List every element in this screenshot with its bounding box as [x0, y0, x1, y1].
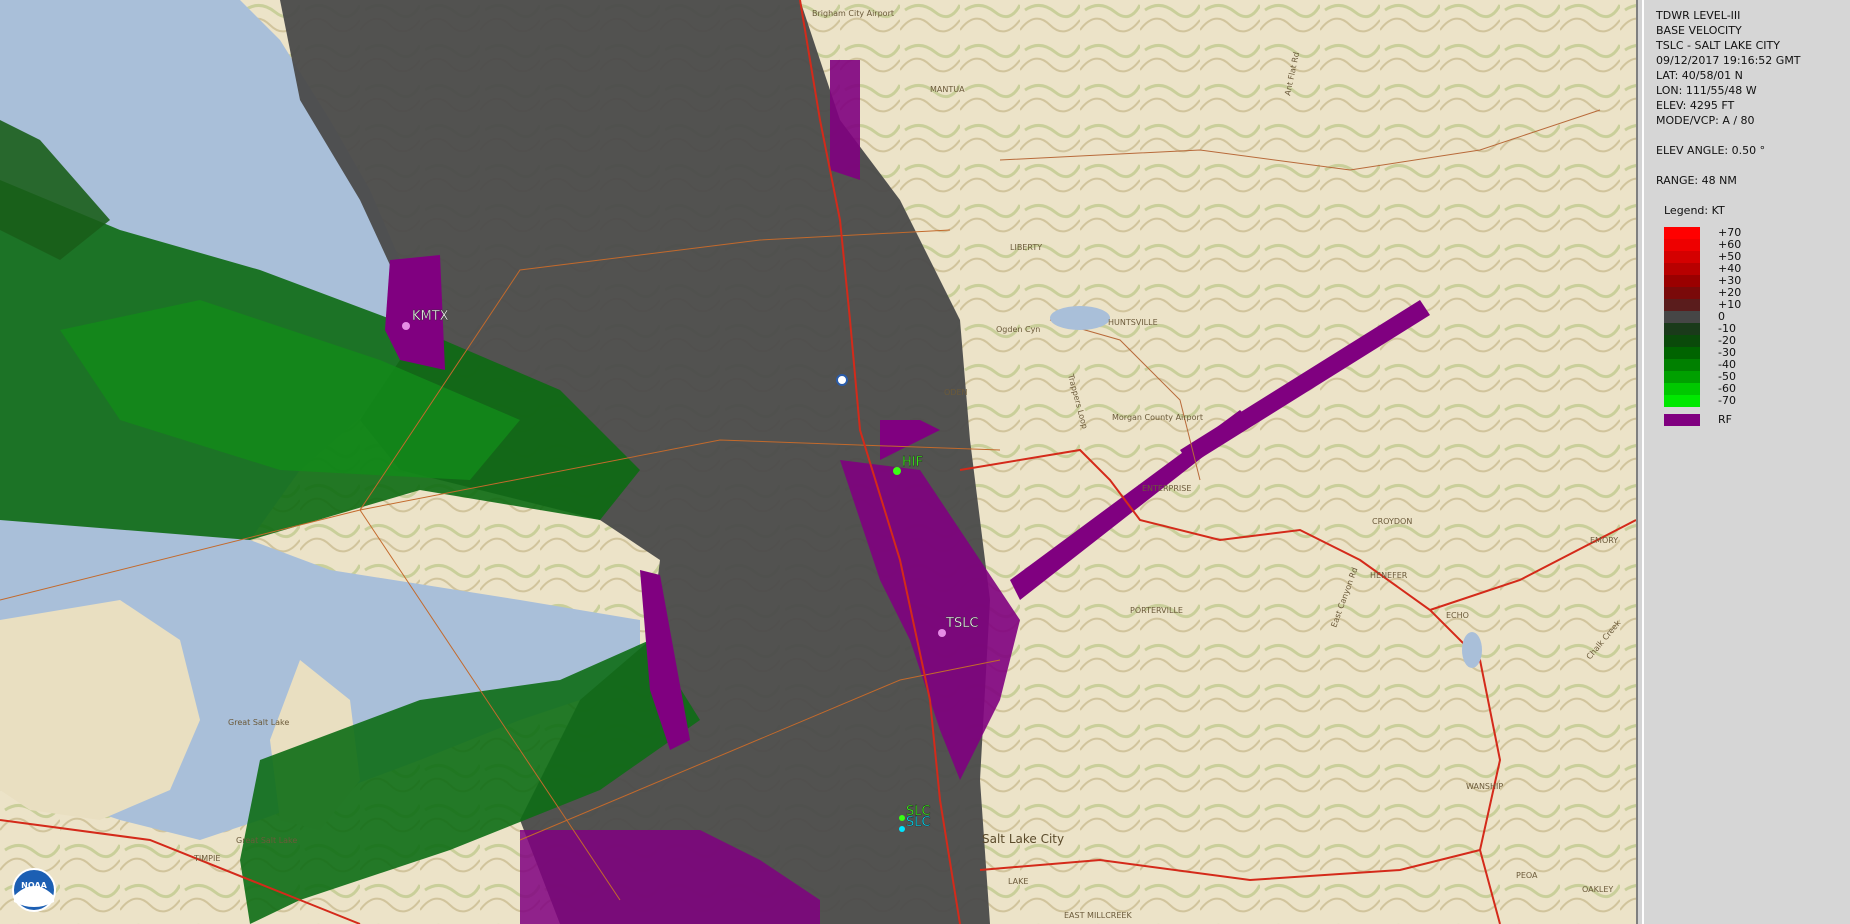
place-label: MANTUA [930, 85, 965, 94]
place-label: ENTERPRISE [1142, 484, 1191, 493]
site-marker[interactable] [899, 826, 905, 832]
legend-row: -40 [1664, 359, 1834, 371]
legend-row: -20 [1664, 335, 1834, 347]
place-label: Ogden Cyn [996, 325, 1040, 334]
legend-label: -70 [1718, 394, 1736, 407]
legend-swatch [1664, 239, 1700, 251]
place-label: LIBERTY [1010, 243, 1042, 252]
legend-swatch [1664, 275, 1700, 287]
legend-row: +50 [1664, 251, 1834, 263]
radar-map[interactable]: Brigham City Airport MANTUA LIBERTY HUNT… [0, 0, 1638, 924]
site-marker[interactable] [402, 322, 410, 330]
site-name: TSLC - SALT LAKE CITY [1656, 39, 1780, 52]
rf-label: RF [1718, 413, 1732, 426]
info-panel: TDWR LEVEL-III BASE VELOCITY TSLC - SALT… [1642, 0, 1850, 924]
elev-angle: ELEV ANGLE: 0.50 ° [1656, 144, 1766, 157]
legend-row: -30 [1664, 347, 1834, 359]
place-label: OAKLEY [1582, 885, 1613, 894]
legend-swatch [1664, 359, 1700, 371]
place-label: TIMPIE [193, 854, 220, 863]
place-label: ECHO [1446, 611, 1469, 620]
pineview-reservoir [1050, 306, 1110, 330]
site-marker[interactable] [893, 467, 901, 475]
site-marker[interactable] [899, 815, 905, 821]
legend-row: +10 [1664, 299, 1834, 311]
legend-swatch [1664, 227, 1700, 239]
latitude: LAT: 40/58/01 N [1656, 69, 1743, 82]
site-label-slc-2: SLC [906, 815, 931, 830]
place-label: Salt Lake City [982, 832, 1064, 846]
site-label-kmtx: KMTX [412, 309, 449, 324]
svg-text:NOAA: NOAA [21, 881, 47, 890]
place-label: EMORY [1590, 536, 1618, 545]
legend-title: Legend: KT [1664, 204, 1725, 217]
legend-swatch [1664, 323, 1700, 335]
mode-vcp: MODE/VCP: A / 80 [1656, 114, 1755, 127]
legend-row: -10 [1664, 323, 1834, 335]
place-label: EAST MILLCREEK [1064, 911, 1132, 920]
legend-swatch [1664, 395, 1700, 407]
elevation: ELEV: 4295 FT [1656, 99, 1735, 112]
legend-swatch [1664, 251, 1700, 263]
product-type: TDWR LEVEL-III [1656, 9, 1741, 22]
legend-swatch [1664, 287, 1700, 299]
place-label: Brigham City Airport [812, 9, 894, 18]
legend-row: -70 [1664, 395, 1834, 407]
site-marker[interactable] [938, 629, 946, 637]
place-label: CROYDON [1372, 517, 1412, 526]
rf-swatch [1664, 414, 1700, 426]
legend-row: +20 [1664, 287, 1834, 299]
timestamp: 09/12/2017 19:16:52 GMT [1656, 54, 1801, 67]
legend-swatch [1664, 335, 1700, 347]
place-label: WANSHIP [1466, 782, 1503, 791]
range: RANGE: 48 NM [1656, 174, 1737, 187]
place-label: Morgan County Airport [1112, 413, 1203, 422]
site-label-tslc: TSLC [945, 616, 979, 631]
place-label: PORTERVILLE [1130, 606, 1183, 615]
place-label: HUNTSVILLE [1108, 318, 1158, 327]
legend-row: +40 [1664, 263, 1834, 275]
legend-row: -50 [1664, 371, 1834, 383]
legend-swatch [1664, 263, 1700, 275]
rf-legend-row: RF [1664, 414, 1834, 426]
legend-row: +60 [1664, 239, 1834, 251]
legend-swatch [1664, 299, 1700, 311]
echo-reservoir [1462, 632, 1482, 668]
product-name: BASE VELOCITY [1656, 24, 1742, 37]
legend-swatch [1664, 371, 1700, 383]
legend-row: -60 [1664, 383, 1834, 395]
place-label: HENEFER [1370, 571, 1408, 580]
place-label: PEOA [1516, 871, 1538, 880]
legend-row: 0 [1664, 311, 1834, 323]
legend-swatch [1664, 347, 1700, 359]
place-label: Great Salt Lake [228, 718, 289, 727]
legend-swatch [1664, 311, 1700, 323]
legend-swatch [1664, 383, 1700, 395]
place-label: LAKE [1008, 877, 1028, 886]
longitude: LON: 111/55/48 W [1656, 84, 1757, 97]
noaa-logo: NOAA [12, 868, 56, 912]
place-label: ODEN [944, 388, 968, 397]
legend-row: +70 [1664, 227, 1834, 239]
radar-origin-marker[interactable] [836, 374, 848, 386]
radar-map-canvas: Brigham City Airport MANTUA LIBERTY HUNT… [0, 0, 1636, 924]
legend-row: +30 [1664, 275, 1834, 287]
place-label: Great Salt Lake [236, 836, 297, 845]
site-label-hif: HIF [902, 455, 923, 470]
rf-region [830, 60, 860, 180]
